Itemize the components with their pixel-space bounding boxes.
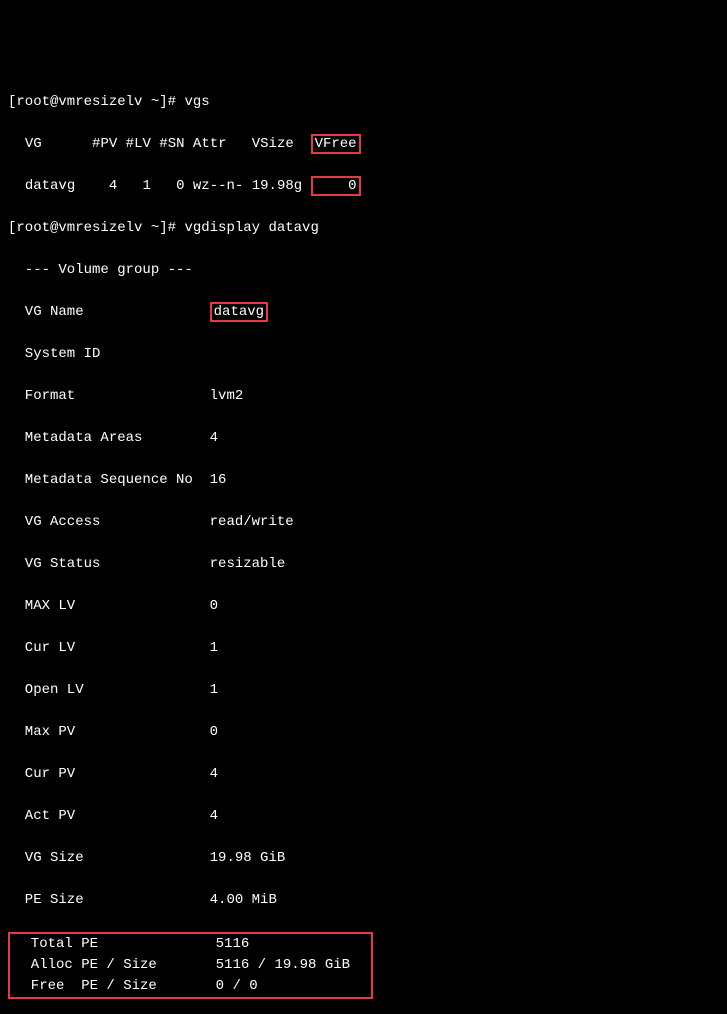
val-alloc-pe: 5116 / 19.98 GiB bbox=[216, 957, 367, 973]
row-cur-pv: Cur PV 4 bbox=[8, 764, 719, 785]
val-vg-status: resizable bbox=[210, 556, 286, 572]
val-format: lvm2 bbox=[210, 388, 244, 404]
val-open-lv: 1 bbox=[210, 682, 218, 698]
row-system-id: System ID bbox=[8, 344, 719, 365]
row-max-lv: MAX LV 0 bbox=[8, 596, 719, 617]
val-max-pv: 0 bbox=[210, 724, 218, 740]
vgs-val-sn: 0 bbox=[176, 178, 184, 194]
row-open-lv: Open LV 1 bbox=[8, 680, 719, 701]
key-total-pe: Total PE bbox=[14, 936, 216, 952]
vgs-col-sn: #SN bbox=[159, 136, 184, 152]
vgs-val-vg: datavg bbox=[25, 178, 75, 194]
key-format: Format bbox=[8, 388, 210, 404]
prompt-2: [root@vmresizelv ~]# bbox=[8, 220, 184, 236]
val-free-pe: 0 / 0 bbox=[216, 978, 367, 994]
val-meta-areas: 4 bbox=[210, 430, 218, 446]
prompt-1: [root@vmresizelv ~]# bbox=[8, 94, 184, 110]
pe-rows-box: Total PE 5116 Alloc PE / Size 5116 / 19.… bbox=[8, 932, 373, 999]
key-act-pv: Act PV bbox=[8, 808, 210, 824]
vgs-val-attr: wz--n- bbox=[193, 178, 243, 194]
key-free-pe: Free PE / Size bbox=[14, 978, 216, 994]
val-cur-lv: 1 bbox=[210, 640, 218, 656]
row-cur-lv: Cur LV 1 bbox=[8, 638, 719, 659]
vgs-val-vfree-highlighted: 0 bbox=[311, 176, 361, 196]
pe-block-highlighted: Total PE 5116 Alloc PE / Size 5116 / 19.… bbox=[8, 932, 719, 999]
vgs-val-pv: 4 bbox=[109, 178, 117, 194]
val-cur-pv: 4 bbox=[210, 766, 218, 782]
key-alloc-pe: Alloc PE / Size bbox=[14, 957, 216, 973]
val-max-lv: 0 bbox=[210, 598, 218, 614]
vgs-val-vsize: 19.98g bbox=[252, 178, 302, 194]
val-pe-size: 4.00 MiB bbox=[210, 892, 277, 908]
key-open-lv: Open LV bbox=[8, 682, 210, 698]
val-vg-access: read/write bbox=[210, 514, 294, 530]
row-vg-name: VG Name datavg bbox=[8, 302, 719, 323]
val-total-pe: 5116 bbox=[216, 936, 367, 952]
key-vg-status: VG Status bbox=[8, 556, 210, 572]
key-vg-size: VG Size bbox=[8, 850, 210, 866]
vgs-col-lv: #LV bbox=[126, 136, 151, 152]
prompt-line-2[interactable]: [root@vmresizelv ~]# vgdisplay datavg bbox=[8, 218, 719, 239]
val-vg-name-highlighted: datavg bbox=[210, 302, 268, 322]
row-vg-access: VG Access read/write bbox=[8, 512, 719, 533]
val-act-pv: 4 bbox=[210, 808, 218, 824]
prompt-line-1[interactable]: [root@vmresizelv ~]# vgs bbox=[8, 92, 719, 113]
key-system-id: System ID bbox=[8, 346, 210, 362]
key-meta-areas: Metadata Areas bbox=[8, 430, 210, 446]
vgs-val-lv: 1 bbox=[142, 178, 150, 194]
key-cur-lv: Cur LV bbox=[8, 640, 210, 656]
vgs-col-vg: VG bbox=[25, 136, 42, 152]
command-vgdisplay: vgdisplay datavg bbox=[184, 220, 318, 236]
vgs-row: datavg 4 1 0 wz--n- 19.98g 0 bbox=[8, 176, 719, 197]
key-pe-size: PE Size bbox=[8, 892, 210, 908]
key-vg-name: VG Name bbox=[8, 304, 210, 320]
row-act-pv: Act PV 4 bbox=[8, 806, 719, 827]
row-format: Format lvm2 bbox=[8, 386, 719, 407]
vgs-col-vsize: VSize bbox=[252, 136, 294, 152]
row-pe-size: PE Size 4.00 MiB bbox=[8, 890, 719, 911]
section-title: --- Volume group --- bbox=[8, 260, 719, 281]
row-vg-size: VG Size 19.98 GiB bbox=[8, 848, 719, 869]
key-max-pv: Max PV bbox=[8, 724, 210, 740]
row-vg-status: VG Status resizable bbox=[8, 554, 719, 575]
row-meta-seq: Metadata Sequence No 16 bbox=[8, 470, 719, 491]
key-vg-access: VG Access bbox=[8, 514, 210, 530]
row-max-pv: Max PV 0 bbox=[8, 722, 719, 743]
vgs-header: VG #PV #LV #SN Attr VSize VFree bbox=[8, 134, 719, 155]
key-max-lv: MAX LV bbox=[8, 598, 210, 614]
val-vg-size: 19.98 GiB bbox=[210, 850, 286, 866]
command-vgs: vgs bbox=[184, 94, 209, 110]
key-cur-pv: Cur PV bbox=[8, 766, 210, 782]
key-meta-seq: Metadata Sequence No bbox=[8, 472, 210, 488]
val-meta-seq: 16 bbox=[210, 472, 227, 488]
row-meta-areas: Metadata Areas 4 bbox=[8, 428, 719, 449]
vgs-col-attr: Attr bbox=[193, 136, 227, 152]
vgs-col-vfree-highlighted: VFree bbox=[311, 134, 361, 154]
vgs-col-pv: #PV bbox=[92, 136, 117, 152]
